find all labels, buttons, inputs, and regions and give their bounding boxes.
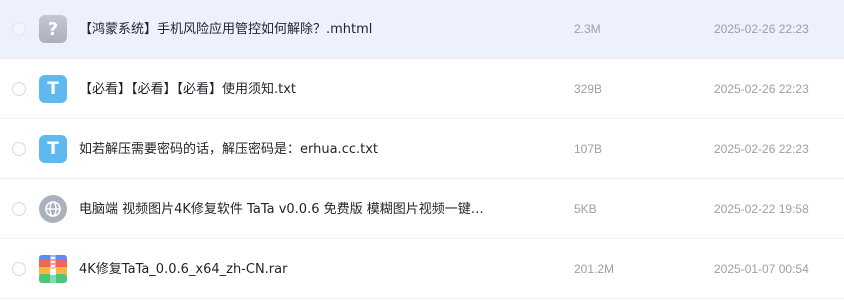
- file-size: 107B: [574, 142, 603, 156]
- file-name[interactable]: 如若解压需要密码的话，解压密码是：erhua.cc.txt: [79, 120, 378, 179]
- file-list: ? 【鸿蒙系统】手机风险应用管控如何解除？.mhtml 2.3M 2025-02…: [0, 0, 844, 300]
- row-checkbox[interactable]: [12, 142, 26, 156]
- globe-icon: [45, 201, 61, 217]
- row-checkbox[interactable]: [12, 202, 26, 216]
- unknown-file-icon: ?: [39, 15, 67, 43]
- file-name[interactable]: 【鸿蒙系统】手机风险应用管控如何解除？.mhtml: [79, 0, 372, 59]
- file-size: 5KB: [574, 202, 597, 216]
- file-date: 2025-02-22 19:58: [714, 202, 809, 216]
- file-size: 2.3M: [574, 22, 601, 36]
- row-checkbox[interactable]: [12, 262, 26, 276]
- file-date: 2025-01-07 00:54: [714, 262, 809, 276]
- row-checkbox[interactable]: [12, 22, 26, 36]
- file-date: 2025-02-26 22:23: [714, 82, 809, 96]
- zip-archive-icon: [39, 255, 67, 283]
- text-file-icon: T: [39, 75, 67, 103]
- web-link-icon: [39, 195, 67, 223]
- file-row[interactable]: 4K修复TaTa_0.0.6_x64_zh-CN.rar 201.2M 2025…: [0, 240, 844, 299]
- archive-file-icon: [39, 255, 67, 283]
- file-row[interactable]: T 【必看】【必看】【必看】使用须知.txt 329B 2025-02-26 2…: [0, 60, 844, 119]
- file-date: 2025-02-26 22:23: [714, 142, 809, 156]
- file-size: 201.2M: [574, 262, 615, 276]
- unknown-file-glyph: ?: [47, 18, 59, 40]
- text-file-glyph: T: [47, 139, 59, 159]
- file-name[interactable]: 【必看】【必看】【必看】使用须知.txt: [79, 60, 296, 119]
- text-file-icon: T: [39, 135, 67, 163]
- text-file-glyph: T: [47, 79, 59, 99]
- file-name[interactable]: 电脑端 视频图片4K修复软件 TaTa v0.0.6 免费版 模糊图片视频一键…: [79, 180, 484, 239]
- file-size: 329B: [574, 82, 603, 96]
- file-date: 2025-02-26 22:23: [714, 22, 809, 36]
- file-name[interactable]: 4K修复TaTa_0.0.6_x64_zh-CN.rar: [79, 240, 287, 299]
- file-row[interactable]: T 如若解压需要密码的话，解压密码是：erhua.cc.txt 107B 202…: [0, 120, 844, 179]
- row-checkbox[interactable]: [12, 82, 26, 96]
- file-row[interactable]: 电脑端 视频图片4K修复软件 TaTa v0.0.6 免费版 模糊图片视频一键……: [0, 180, 844, 239]
- file-row[interactable]: ? 【鸿蒙系统】手机风险应用管控如何解除？.mhtml 2.3M 2025-02…: [0, 0, 844, 59]
